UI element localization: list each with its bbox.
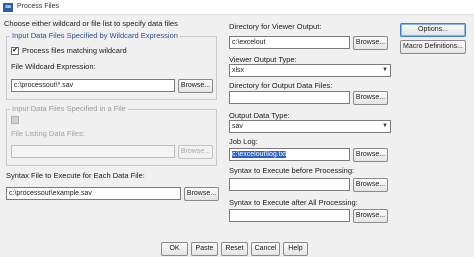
wildcard-expression-label: File Wildcard Expression: [11, 62, 96, 71]
viewer-type-select[interactable]: xlsx ▼ [229, 64, 391, 77]
output-dir-input[interactable] [229, 91, 350, 104]
viewer-type-label: Viewer Output Type: [229, 55, 297, 64]
process-wildcard-label: Process files matching wildcard [22, 46, 127, 55]
output-dir-browse-button[interactable]: Browse... [353, 91, 388, 105]
window-title: Process Files [17, 3, 60, 10]
title-bar: sa Process Files [0, 0, 474, 15]
syntax-before-input[interactable] [229, 178, 350, 191]
syntax-after-input[interactable] [229, 209, 350, 222]
syntax-file-label: Syntax File to Execute for Each Data Fil… [6, 171, 145, 180]
file-listing-input[interactable] [11, 145, 175, 158]
output-dir-label: Directory for Output Data Files: [229, 81, 333, 90]
filelist-checkbox[interactable] [11, 116, 19, 124]
options-button[interactable]: Options... [400, 23, 466, 37]
syntax-before-browse-button[interactable]: Browse... [353, 178, 388, 192]
syntax-after-browse-button[interactable]: Browse... [353, 209, 388, 223]
file-listing-label: File Listing Data Files: [11, 129, 85, 138]
file-listing-browse-button[interactable]: Browse... [178, 145, 213, 159]
job-log-input[interactable]: c:\excelout\log.txt [229, 148, 350, 161]
help-button[interactable]: Help [283, 242, 308, 256]
instruction-text: Choose either wildcard or file list to s… [4, 19, 178, 28]
syntax-before-label: Syntax to Execute before Processing: [229, 166, 355, 175]
paste-button[interactable]: Paste [191, 242, 218, 256]
chevron-down-icon: ▼ [382, 67, 388, 73]
ok-button[interactable]: OK [161, 242, 188, 256]
job-log-browse-button[interactable]: Browse... [353, 148, 388, 162]
filelist-group-legend: Input Data Files Specified in a File [10, 104, 128, 113]
macro-definitions-button[interactable]: Macro Definitions... [400, 40, 466, 54]
wildcard-expression-input[interactable]: c:\processout\*.sav [11, 79, 175, 92]
viewer-dir-label: Directory for Viewer Output: [229, 22, 322, 31]
wildcard-group-legend: Input Data Files Specified by Wildcard E… [10, 31, 180, 40]
cancel-button[interactable]: Cancel [251, 242, 280, 256]
viewer-dir-browse-button[interactable]: Browse... [353, 36, 388, 50]
job-log-label: Job Log: [229, 137, 258, 146]
job-log-value: c:\excelout\log.txt [232, 151, 287, 158]
syntax-file-input[interactable]: c:\processout\example.sav [6, 187, 181, 200]
output-type-select[interactable]: sav ▼ [229, 120, 391, 133]
output-type-label: Output Data Type: [229, 111, 290, 120]
chevron-down-icon: ▼ [382, 123, 388, 129]
syntax-after-label: Syntax to Execute after All Processing: [229, 198, 358, 207]
syntax-file-browse-button[interactable]: Browse... [184, 187, 219, 201]
output-type-value: sav [232, 123, 243, 130]
viewer-dir-input[interactable]: c:\excelout [229, 36, 350, 49]
viewer-type-value: xlsx [232, 67, 245, 74]
wildcard-browse-button[interactable]: Browse... [178, 79, 213, 93]
reset-button[interactable]: Reset [221, 242, 248, 256]
process-wildcard-checkbox[interactable]: ✔ [11, 47, 19, 55]
spss-app-icon: sa [3, 3, 13, 12]
